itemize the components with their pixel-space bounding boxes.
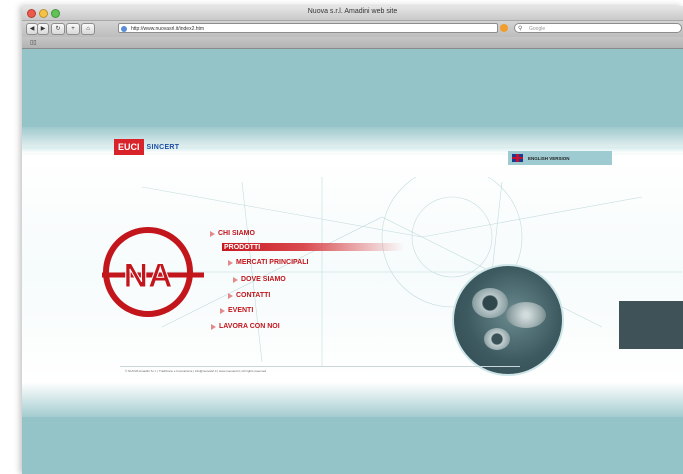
menu-item-label: DOVE SIAMO: [241, 276, 286, 283]
home-button[interactable]: ⌂: [81, 23, 95, 35]
rss-icon[interactable]: [500, 24, 508, 32]
arrow-icon: [220, 307, 225, 314]
site-icon: [121, 26, 127, 32]
footer-text: © NUOVA Amadini S.r.l. | Tradizione e In…: [125, 369, 267, 373]
address-text: http://www.nuovasrl.it/index2.htm: [131, 26, 205, 32]
bookmarks-bar: ▯▯: [22, 37, 683, 49]
english-version-button[interactable]: ENGLISH VERSION: [508, 151, 612, 165]
menu-item-chi-siamo[interactable]: CHI SIAMO: [210, 230, 255, 237]
brand-box: EUCI: [114, 139, 144, 155]
menu-item-label: EVENTI: [228, 307, 254, 314]
na-logo: NA: [102, 227, 204, 317]
uk-flag-icon: [512, 154, 523, 162]
menu-item-contatti[interactable]: CONTATTI: [228, 292, 270, 299]
add-bookmark-button[interactable]: +: [66, 23, 80, 35]
menu-item-label: CHI SIAMO: [218, 230, 255, 237]
address-bar[interactable]: http://www.nuovasrl.it/index2.htm: [118, 23, 498, 33]
fittings-photo: [452, 264, 564, 376]
washer-image: [484, 328, 510, 350]
hex-nut-image: [472, 288, 508, 318]
menu-item-label: CONTATTI: [236, 292, 271, 299]
window-title: Nuova s.r.l. Amadini web site: [307, 8, 398, 15]
menu-item-eventi[interactable]: EVENTI: [220, 307, 253, 314]
brand-text: SINCERT: [146, 143, 180, 151]
menu-item-lavora-con-noi[interactable]: LAVORA CON NOI: [211, 323, 280, 330]
menu-item-label: LAVORA CON NOI: [219, 323, 280, 330]
arrow-icon: [228, 259, 233, 266]
title-bar: Nuova s.r.l. Amadini web site: [22, 6, 683, 21]
browser-toolbar: ◀ ▶ ↻ + ⌂ http://www.nuovasrl.it/index2.…: [22, 21, 683, 37]
menu-item-label: PRODOTTI: [224, 243, 261, 251]
menu-item-label: MERCATI PRINCIPALI: [236, 259, 309, 266]
arrow-icon: [233, 276, 238, 283]
menu-item-dove-siamo[interactable]: DOVE SIAMO: [233, 276, 286, 283]
fitting-image: [506, 302, 546, 328]
footer-divider: [120, 366, 520, 367]
browser-window: Nuova s.r.l. Amadini web site ◀ ▶ ↻ + ⌂ …: [22, 6, 683, 474]
search-placeholder: Google: [529, 26, 546, 32]
arrow-icon: [210, 230, 215, 237]
dark-side-panel: [619, 301, 683, 349]
certification-logo[interactable]: EUCI SINCERT: [114, 139, 179, 155]
search-icon: ⚲: [518, 26, 523, 32]
menu-item-mercati-principali[interactable]: MERCATI PRINCIPALI: [228, 259, 308, 266]
english-version-label: ENGLISH VERSION: [528, 155, 570, 161]
book-icon[interactable]: ▯▯: [30, 39, 37, 46]
search-field[interactable]: ⚲ Google: [514, 23, 682, 33]
arrow-icon: [211, 323, 216, 330]
forward-button[interactable]: ▶: [37, 23, 49, 35]
menu-item-prodotti[interactable]: PRODOTTI: [222, 243, 404, 251]
arrow-icon: [228, 292, 233, 299]
reload-button[interactable]: ↻: [51, 23, 65, 35]
na-logo-text: NA: [123, 257, 172, 295]
